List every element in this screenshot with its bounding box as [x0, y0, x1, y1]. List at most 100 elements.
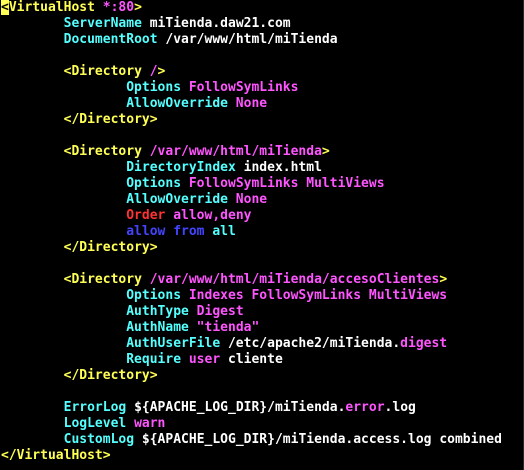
code-token: FollowSymLinks MultiViews — [181, 176, 385, 191]
code-token: AllowOverride — [126, 96, 228, 111]
code-token: > — [134, 0, 142, 15]
code-line: CustomLog ${APACHE_LOG_DIR}/miTienda.acc… — [1, 432, 502, 448]
code-token: <Directory — [63, 272, 150, 287]
code-line: allow from all — [1, 224, 236, 240]
code-line: <VirtualHost *:80> — [1, 0, 142, 16]
code-token: *:80 — [102, 0, 135, 15]
code-token: user — [181, 352, 221, 367]
code-line: </Directory> — [1, 368, 158, 384]
code-line: LogLevel warn — [1, 416, 166, 432]
code-token: ErrorLog — [63, 400, 127, 415]
code-token: AllowOverride — [126, 192, 228, 207]
code-token: /var/www/html/miTienda/accesoClientes — [149, 272, 440, 287]
code-token: </Directory> — [63, 112, 158, 127]
code-token: allow from — [126, 224, 205, 239]
code-token: error — [345, 400, 385, 415]
code-token: Options — [126, 288, 182, 303]
code-token: allow,deny — [165, 208, 252, 223]
code-line: ServerName miTienda.daw21.com — [1, 16, 291, 32]
code-token: AuthType — [126, 304, 189, 319]
code-token: Digest — [188, 304, 244, 319]
code-token: DirectoryIndex — [126, 160, 236, 175]
code-token: FollowSymLinks — [181, 80, 299, 95]
code-line: DirectoryIndex index.html — [1, 160, 322, 176]
code-line: AuthUserFile /etc/apache2/miTienda.diges… — [1, 336, 447, 352]
terminal-editor[interactable]: <VirtualHost *:80> ServerName miTienda.d… — [0, 0, 524, 470]
code-token: all — [204, 224, 236, 239]
code-token: /etc/apache2/miTienda. — [220, 336, 401, 351]
code-token: Options — [126, 80, 182, 95]
code-line: </VirtualHost> — [1, 448, 111, 464]
code-token: > — [439, 272, 448, 287]
code-line: Require user cliente — [1, 352, 283, 368]
code-token: CustomLog — [63, 432, 135, 447]
code-line: AuthType Digest — [1, 304, 244, 320]
code-token: digest — [400, 336, 448, 351]
code-line: <Directory /var/www/html/miTienda> — [1, 144, 330, 160]
code-line: ErrorLog ${APACHE_LOG_DIR}/miTienda.erro… — [1, 400, 416, 416]
code-token: cliente — [220, 352, 283, 367]
code-token: miTienda.daw21.com — [141, 16, 291, 31]
code-token: DocumentRoot — [63, 32, 158, 47]
text-cursor: < — [1, 0, 9, 15]
code-token: /var/www/html/miTienda — [157, 32, 338, 47]
code-line: </Directory> — [1, 112, 158, 128]
code-token: LogLevel — [63, 416, 127, 431]
code-token: warn — [126, 416, 166, 431]
code-line: <Directory /> — [1, 64, 166, 80]
code-line: Options FollowSymLinks MultiViews — [1, 176, 385, 192]
code-line: DocumentRoot /var/www/html/miTienda — [1, 32, 338, 48]
code-token: ${APACHE_LOG_DIR}/miTienda. — [126, 400, 346, 415]
code-token: "tienda" — [188, 320, 260, 335]
code-line: AllowOverride None — [1, 192, 267, 208]
code-token: AuthUserFile — [126, 336, 221, 351]
code-token: None — [227, 96, 268, 111]
code-line: Options Indexes FollowSymLinks MultiView… — [1, 288, 447, 304]
code-token: Options — [126, 176, 182, 191]
code-token: </Directory> — [63, 240, 158, 255]
code-token: VirtualHost — [8, 0, 103, 15]
code-token: > — [321, 144, 330, 159]
code-line: AuthName "tienda" — [1, 320, 259, 336]
code-line: Options FollowSymLinks — [1, 80, 298, 96]
code-line: Order allow,deny — [1, 208, 251, 224]
code-token: </Directory> — [63, 368, 158, 383]
code-token: <Directory — [63, 144, 150, 159]
code-line: </Directory> — [1, 240, 158, 256]
code-token: Order — [126, 208, 166, 223]
code-token: Require — [126, 352, 182, 367]
code-token: / — [149, 64, 158, 79]
code-token: .log — [384, 400, 416, 415]
code-line: <Directory /var/www/html/miTienda/acceso… — [1, 272, 448, 288]
code-token: /var/www/html/miTienda — [149, 144, 322, 159]
code-token: Indexes FollowSymLinks MultiViews — [181, 288, 448, 303]
code-token: index.html — [235, 160, 322, 175]
code-token: ${APACHE_LOG_DIR}/miTienda.access.log co… — [134, 432, 502, 447]
code-line: AllowOverride None — [1, 96, 267, 112]
code-token: > — [157, 64, 166, 79]
code-token: AuthName — [126, 320, 189, 335]
code-token: ServerName — [63, 16, 142, 31]
